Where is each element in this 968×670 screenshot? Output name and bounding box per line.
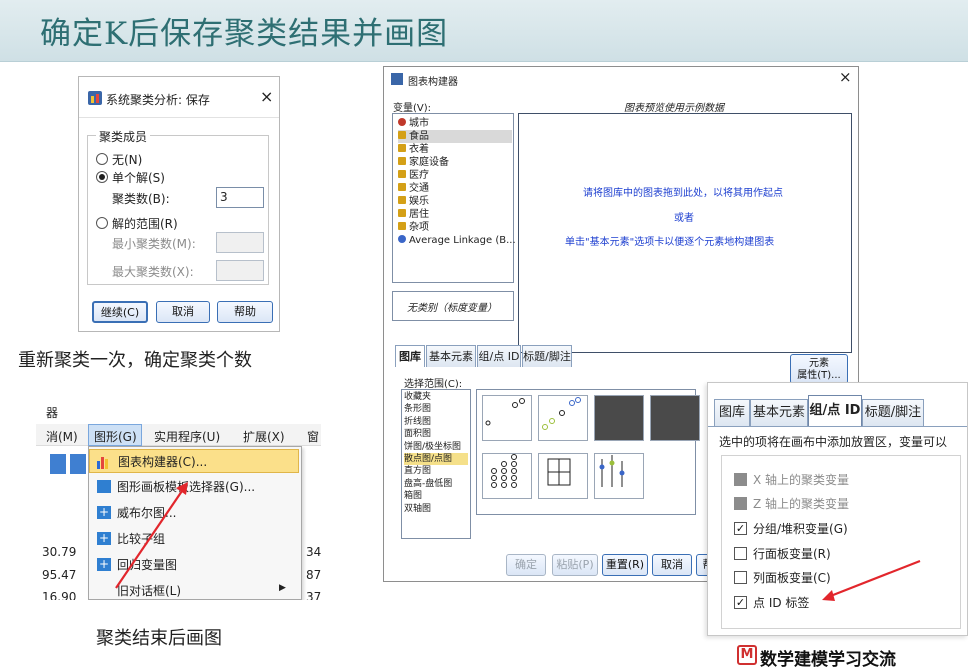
menu-screenshot: 器 消(M) 图形(G) 实用程序(U) 扩展(X) 窗 30.79 95.47…	[36, 400, 321, 600]
cancel-button[interactable]: 取消	[156, 301, 210, 323]
variable-item[interactable]: 居住	[398, 208, 512, 221]
gallery-type-item[interactable]: 面积图	[404, 428, 468, 440]
variable-item[interactable]: Average Linkage (B...	[398, 234, 516, 247]
canvas-or: 或者	[674, 213, 694, 224]
watermark-text: 数学建模学习交流	[760, 650, 896, 670]
red-arrow-menu	[115, 482, 188, 589]
gallery-type-item[interactable]: 直方图	[404, 465, 468, 477]
group-label: 聚类成员	[96, 128, 151, 145]
variable-item[interactable]: 衣着	[398, 143, 512, 156]
scale-variable-icon	[398, 183, 406, 191]
gallery-type-item[interactable]: 散点图/点图	[404, 453, 468, 465]
preview-label: 图表预览使用示例数据	[624, 103, 724, 114]
radio-none[interactable]	[96, 153, 108, 165]
variable-label: 食品	[409, 131, 429, 142]
red-arrow-zoom	[822, 559, 921, 601]
gallery-type-item[interactable]: 折线图	[404, 416, 468, 428]
variable-label: 家庭设备	[409, 157, 449, 168]
paste-button[interactable]: 粘贴(P)	[552, 554, 598, 576]
scale-variable-icon	[398, 196, 406, 204]
tab-group-point-id[interactable]: 组/点 ID	[477, 345, 521, 367]
spss-icon	[391, 73, 403, 85]
slide-title: 确定K后保存聚类结果并画图	[40, 16, 449, 52]
watermark-logo: M	[737, 645, 757, 665]
canvas-instruction: 请将图库中的图表拖到此处，以将其用作起点	[583, 188, 783, 199]
variables-label: 变量(V):	[393, 103, 432, 114]
gallery-type-item[interactable]: 饼图/极坐标图	[404, 441, 468, 453]
close-icon[interactable]: ×	[839, 68, 852, 86]
variable-label: 城市	[409, 118, 429, 129]
variable-item[interactable]: 交通	[398, 182, 512, 195]
variable-item[interactable]: 城市	[398, 117, 512, 130]
scale-variable-icon	[398, 131, 406, 139]
canvas-basic-elements-hint: 单击"基本元素"选项卡以便逐个元素地构建图表	[565, 237, 775, 248]
variable-label: 交通	[409, 183, 429, 194]
help-button[interactable]: 帮助	[217, 301, 273, 323]
reset-button[interactable]: 重置(R)	[602, 554, 648, 576]
variable-item[interactable]: 医疗	[398, 169, 512, 182]
min-clusters-input[interactable]	[216, 232, 264, 253]
variable-item[interactable]: 娱乐	[398, 195, 512, 208]
scale-variable-icon	[398, 170, 406, 178]
spss-icon	[88, 91, 102, 105]
radio-single[interactable]	[96, 171, 108, 183]
gallery-type-item[interactable]: 双轴图	[404, 503, 468, 515]
gallery-type-item[interactable]: 收藏夹	[404, 391, 468, 403]
ok-button[interactable]: 确定	[506, 554, 546, 576]
nominal-variable-icon	[398, 235, 406, 243]
gallery-type-item[interactable]: 条形图	[404, 403, 468, 415]
cancel-button[interactable]: 取消	[652, 554, 692, 576]
variable-label: Average Linkage (B...	[409, 235, 516, 246]
variable-label: 娱乐	[409, 196, 429, 207]
min-clusters-label: 最小聚类数(M):	[112, 237, 196, 251]
thumbnail-marks	[485, 397, 625, 488]
scale-variable-icon	[398, 144, 406, 152]
scale-variable-icon	[398, 209, 406, 217]
continue-button[interactable]: 继续(C)	[92, 301, 148, 323]
element-properties-button[interactable]: 元素 属性(T)...	[790, 354, 848, 384]
tab-basic-elements[interactable]: 基本元素	[426, 345, 476, 367]
variable-item[interactable]: 杂项	[398, 221, 512, 234]
gallery-type-item[interactable]: 箱图	[404, 490, 468, 502]
tab-gallery[interactable]: 图库	[395, 345, 425, 367]
num-clusters-label: 聚类数(B):	[112, 192, 170, 206]
window-title: 图表构建器	[408, 77, 458, 88]
radio-none-label: 无(N)	[112, 153, 143, 167]
tab-titles-footnotes[interactable]: 标题/脚注	[522, 345, 572, 367]
variable-label: 医疗	[409, 170, 429, 181]
scale-variable-icon	[398, 222, 406, 230]
zoom-panel: 图库 基本元素 组/点 ID 标题/脚注 选中的项将在画布中添加放置区，变量可以…	[707, 382, 968, 636]
num-clusters-input[interactable]: 3	[216, 187, 264, 208]
caption-plot: 聚类结束后画图	[96, 628, 222, 649]
no-category-label: 无类别（标度变量）	[407, 303, 497, 314]
radio-range[interactable]	[96, 217, 108, 229]
close-icon[interactable]: ×	[260, 87, 273, 106]
scale-variable-icon	[398, 157, 406, 165]
variable-item[interactable]: 食品	[398, 130, 512, 143]
radio-single-label: 单个解(S)	[112, 171, 165, 185]
save-dialog: 系统聚类分析: 保存 × 聚类成员 无(N) 单个解(S) 聚类数(B): 3 …	[78, 76, 280, 332]
variable-label: 衣着	[409, 144, 429, 155]
choose-from-label: 选择范围(C):	[404, 379, 463, 390]
variable-label: 杂项	[409, 222, 429, 233]
nominal-variable-icon	[398, 118, 406, 126]
dialog-title: 系统聚类分析: 保存	[106, 93, 210, 107]
caption-recluster: 重新聚类一次，确定聚类个数	[18, 350, 252, 371]
gallery-type-item[interactable]: 盘高-盘低图	[404, 478, 468, 490]
max-clusters-label: 最大聚类数(X):	[112, 265, 194, 279]
max-clusters-input[interactable]	[216, 260, 264, 281]
radio-range-label: 解的范围(R)	[112, 217, 178, 231]
variable-item[interactable]: 家庭设备	[398, 156, 512, 169]
variable-label: 居住	[409, 209, 429, 220]
